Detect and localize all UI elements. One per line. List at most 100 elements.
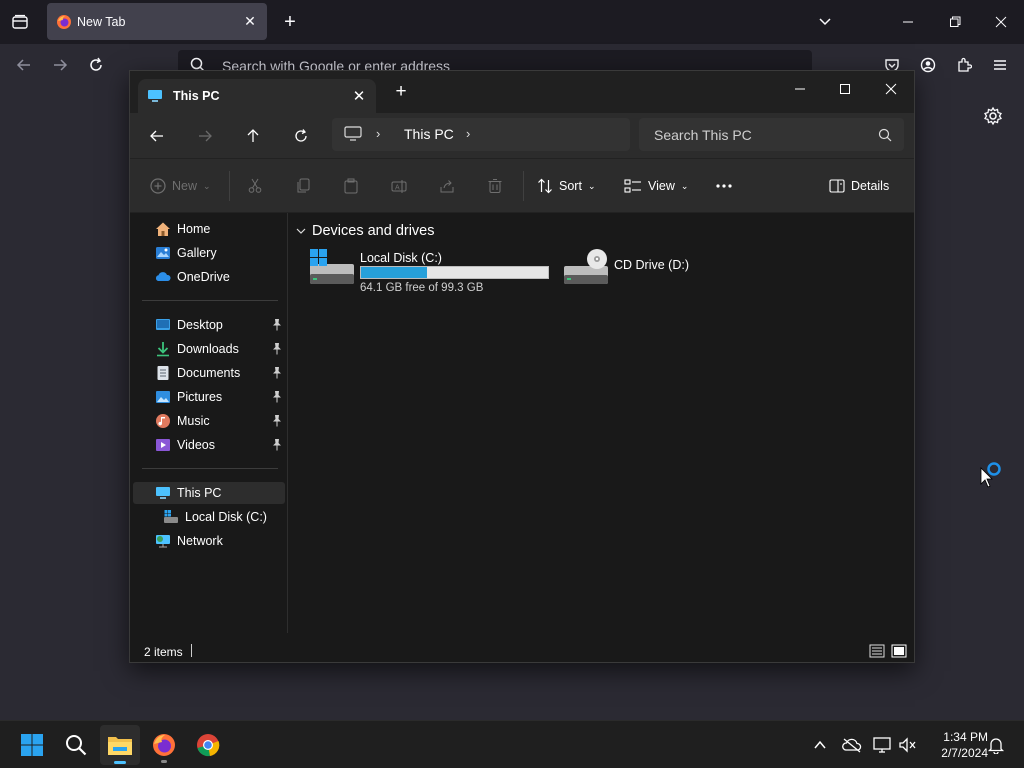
nav-item-home[interactable]: Home (133, 218, 285, 240)
paste-icon[interactable] (343, 175, 359, 197)
account-icon[interactable] (916, 53, 940, 77)
gallery-icon (156, 247, 170, 259)
taskbar-file-explorer[interactable] (100, 725, 140, 765)
rename-icon[interactable]: A (391, 175, 407, 197)
nav-label: Pictures (177, 390, 223, 404)
close-window-icon[interactable] (874, 75, 908, 103)
new-button[interactable]: New ⌄ (150, 175, 211, 197)
minimize-icon[interactable] (783, 75, 817, 103)
network-status-icon[interactable] (873, 735, 893, 755)
breadcrumb[interactable]: › This PC › (332, 118, 630, 151)
notification-bell-icon[interactable] (986, 735, 1006, 755)
maximize-icon[interactable] (828, 75, 862, 103)
details-pane-button[interactable]: Details (829, 175, 889, 197)
forward-arrow-icon[interactable] (193, 124, 217, 148)
details-view-icon[interactable] (869, 643, 885, 659)
divider (142, 300, 278, 301)
taskbar-firefox[interactable] (144, 725, 184, 765)
reload-icon[interactable] (84, 53, 108, 77)
content-pane: Devices and drives Local Disk (C:) 64.1 … (288, 213, 914, 633)
desktop-icon (156, 319, 170, 330)
copy-icon[interactable] (295, 175, 311, 197)
volume-muted-icon[interactable] (898, 735, 918, 755)
chevron-up-icon[interactable] (810, 735, 830, 755)
chevron-right-icon[interactable]: › (376, 126, 380, 141)
status-bar: 2 items (130, 633, 914, 662)
new-tab-button[interactable]: + (279, 11, 301, 33)
forward-arrow-icon[interactable] (48, 53, 72, 77)
nav-label: Network (177, 534, 223, 548)
drive-usage-bar (360, 266, 549, 279)
refresh-icon[interactable] (289, 124, 313, 148)
start-button[interactable] (12, 725, 52, 765)
nav-item-music[interactable]: Music (133, 410, 285, 432)
nav-item-gallery[interactable]: Gallery (133, 242, 285, 264)
nav-item-videos[interactable]: Videos (133, 434, 285, 456)
nav-item-local-disk[interactable]: Local Disk (C:) (133, 506, 285, 528)
firefox-view-icon[interactable] (8, 10, 32, 34)
nav-label: OneDrive (177, 270, 230, 284)
windows-logo-icon (21, 734, 43, 756)
explorer-body: Home Gallery OneDrive Desktop Downloads (130, 213, 914, 633)
menu-icon[interactable] (988, 53, 1012, 77)
nav-item-downloads[interactable]: Downloads (133, 338, 285, 360)
delete-icon[interactable] (487, 175, 503, 197)
navigation-pane: Home Gallery OneDrive Desktop Downloads (130, 213, 288, 633)
nav-item-pictures[interactable]: Pictures (133, 386, 285, 408)
search-placeholder: Search This PC (654, 127, 752, 143)
close-tab-icon[interactable]: ✕ (241, 12, 259, 30)
breadcrumb-this-pc[interactable]: This PC (404, 126, 454, 142)
sort-icon (538, 178, 552, 194)
cd-drive-icon (564, 249, 608, 284)
divider (523, 171, 524, 201)
new-tab-button[interactable]: + (392, 81, 410, 102)
up-arrow-icon[interactable] (241, 124, 265, 148)
nav-item-documents[interactable]: Documents (133, 362, 285, 384)
nav-item-this-pc[interactable]: This PC (133, 482, 285, 504)
chevron-down-icon[interactable] (815, 12, 835, 32)
taskbar-chrome[interactable] (188, 725, 228, 765)
onedrive-cloud-icon (155, 272, 171, 281)
close-window-icon[interactable] (987, 8, 1015, 36)
this-pc-icon (147, 88, 163, 104)
file-explorer-icon (108, 737, 132, 755)
nav-label: Gallery (177, 246, 217, 260)
back-arrow-icon[interactable] (145, 124, 169, 148)
download-arrow-icon (157, 342, 169, 357)
video-icon (156, 439, 170, 451)
running-indicator (161, 760, 167, 763)
extensions-icon[interactable] (952, 53, 976, 77)
back-arrow-icon[interactable] (12, 53, 36, 77)
share-icon[interactable] (439, 175, 455, 197)
details-pane-icon (829, 179, 845, 193)
drive-icon (164, 510, 178, 523)
nav-label: This PC (177, 486, 222, 500)
view-button[interactable]: View ⌄ (624, 175, 688, 197)
sort-button-label: Sort (559, 179, 582, 193)
browser-tab[interactable]: New Tab ✕ (47, 3, 267, 40)
divider (142, 468, 278, 469)
nav-item-onedrive[interactable]: OneDrive (133, 266, 285, 288)
nav-item-network[interactable]: Network (133, 530, 285, 552)
onedrive-offline-icon[interactable] (842, 735, 862, 755)
search-button[interactable] (56, 725, 96, 765)
search-input[interactable]: Search This PC (639, 118, 904, 151)
system-clock[interactable]: 1:34 PM 2/7/2024 (926, 729, 988, 761)
chevron-right-icon[interactable]: › (466, 126, 470, 141)
search-icon (66, 735, 87, 756)
gear-icon[interactable] (983, 106, 1003, 126)
explorer-tab[interactable]: This PC ✕ (138, 79, 376, 113)
firefox-icon (56, 14, 72, 30)
minimize-icon[interactable] (894, 8, 922, 36)
sort-button[interactable]: Sort ⌄ (537, 175, 595, 197)
drive-usage-fill (361, 267, 428, 278)
new-button-label: New (172, 179, 198, 193)
close-tab-icon[interactable]: ✕ (350, 87, 368, 105)
restore-icon[interactable] (941, 8, 969, 36)
section-header[interactable]: Devices and drives (296, 223, 435, 239)
tiles-view-icon[interactable] (891, 643, 907, 659)
clock-date: 2/7/2024 (941, 746, 988, 760)
nav-item-desktop[interactable]: Desktop (133, 314, 285, 336)
more-options-icon[interactable] (715, 175, 733, 197)
cut-icon[interactable] (247, 175, 263, 197)
